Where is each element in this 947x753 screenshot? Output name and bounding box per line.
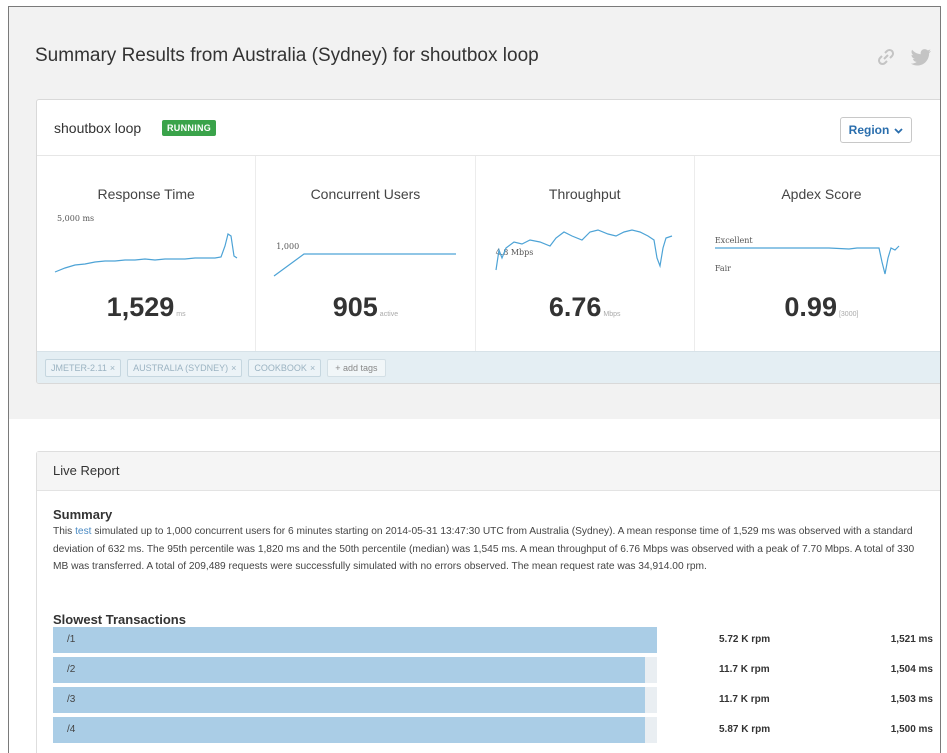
- metric-title: Throughput: [548, 186, 621, 202]
- metric-value: 1,529 ms: [37, 292, 255, 323]
- transaction-row[interactable]: /1 5.72 K rpm 1,521 ms: [53, 627, 933, 653]
- remove-tag-icon[interactable]: ×: [231, 363, 236, 373]
- metric-title: Concurrent Users: [310, 186, 421, 202]
- transaction-bar-fill: [53, 657, 645, 683]
- tag-chip[interactable]: AUSTRALIA (SYDNEY) ×: [127, 358, 243, 377]
- throughput-sparkline: [494, 229, 672, 271]
- report-area: Live Report Summary This test simulated …: [9, 419, 940, 753]
- transaction-name: /4: [67, 724, 76, 735]
- metric-value: 6.76 Mbps: [476, 292, 694, 323]
- transaction-row[interactable]: /2 11.7 K rpm 1,504 ms: [53, 657, 933, 683]
- transaction-bar-track: [53, 627, 657, 653]
- transaction-bar-fill: [53, 687, 645, 713]
- transaction-name: /1: [67, 634, 76, 645]
- metric-title: Apdex Score: [781, 186, 862, 202]
- transaction-bar-fill: [53, 717, 645, 743]
- metric-unit: active: [379, 311, 399, 318]
- status-badge: RUNNING: [162, 120, 217, 136]
- transaction-rpm: 5.87 K rpm: [719, 724, 771, 735]
- summary-header-area: Summary Results from Australia (Sydney) …: [9, 7, 940, 419]
- metric-number: 905: [332, 292, 378, 322]
- metric-value: 0.99 [3000]: [695, 292, 940, 323]
- test-summary-card: shoutbox loop RUNNING Region Response Ti…: [36, 99, 940, 384]
- region-dropdown-button[interactable]: Region: [840, 117, 912, 143]
- app-window: Summary Results from Australia (Sydney) …: [8, 6, 941, 753]
- metric-concurrent-users[interactable]: Concurrent Users 1,000 905 active: [256, 156, 476, 352]
- metric-apdex-score[interactable]: Apdex Score Excellent Fair 0.99 [3000]: [695, 156, 940, 352]
- transactions-list: /1 5.72 K rpm 1,521 ms /2 11.7 K rpm 1,5…: [53, 627, 933, 747]
- transaction-bar-track: [53, 687, 657, 713]
- tag-label: AUSTRALIA (SYDNEY): [133, 362, 229, 373]
- tag-chip[interactable]: JMETER-2.11 ×: [45, 358, 122, 377]
- transaction-rpm: 11.7 K rpm: [719, 664, 770, 675]
- region-label: Region: [848, 123, 890, 137]
- transaction-row[interactable]: /4 5.87 K rpm 1,500 ms: [53, 717, 933, 743]
- summary-text: This test simulated up to 1,000 concurre…: [53, 523, 923, 576]
- metric-response-time[interactable]: Response Time 5,000 ms 1,529 ms: [37, 156, 257, 352]
- tag-chip[interactable]: COOKBOOK ×: [248, 358, 322, 377]
- test-name: shoutbox loop: [54, 120, 142, 136]
- page-title: Summary Results from Australia (Sydney) …: [35, 45, 539, 66]
- metric-number: 6.76: [548, 292, 602, 322]
- metric-unit: ms: [176, 311, 186, 318]
- transaction-bar-track: [53, 657, 657, 683]
- metric-unit: Mbps: [603, 311, 621, 318]
- summary-body: simulated up to 1,000 concurrent users f…: [53, 526, 915, 572]
- tags-bar: JMETER-2.11 × AUSTRALIA (SYDNEY) × COOKBOO…: [37, 351, 940, 383]
- share-links: [876, 47, 932, 67]
- summary-heading: Summary: [53, 507, 113, 522]
- summary-prefix: This: [53, 526, 76, 537]
- twitter-icon[interactable]: [910, 47, 932, 67]
- report-title: Live Report: [37, 452, 940, 491]
- apdex-sparkline: [714, 245, 900, 275]
- metric-number: 0.99: [784, 292, 837, 322]
- response-time-sparkline: [54, 233, 238, 273]
- transaction-ms: 1,503 ms: [890, 694, 933, 705]
- transaction-ms: 1,521 ms: [890, 634, 933, 645]
- test-link[interactable]: test: [75, 526, 91, 537]
- card-header: shoutbox loop RUNNING Region: [37, 100, 940, 156]
- metrics-row: Response Time 5,000 ms 1,529 ms Concurren…: [37, 156, 940, 352]
- tag-label: JMETER-2.11: [51, 362, 107, 373]
- chevron-down-icon: [894, 123, 903, 137]
- slowest-transactions-heading: Slowest Transactions: [53, 612, 186, 627]
- metric-value: 905 active: [256, 292, 474, 323]
- transaction-bar-track: [53, 717, 657, 743]
- transaction-bar-fill: [53, 627, 657, 653]
- transaction-row[interactable]: /3 11.7 K rpm 1,503 ms: [53, 687, 933, 713]
- tag-label: COOKBOOK: [254, 362, 307, 373]
- concurrent-users-sparkline: [273, 253, 457, 277]
- metric-throughput[interactable]: Throughput 4.8 Mbps 6.76 Mbps: [476, 156, 695, 352]
- metric-unit: [3000]: [838, 311, 859, 318]
- transaction-ms: 1,500 ms: [890, 724, 933, 735]
- remove-tag-icon[interactable]: ×: [110, 363, 115, 373]
- metric-number: 1,529: [106, 292, 175, 322]
- transaction-name: /3: [67, 694, 76, 705]
- transaction-rpm: 11.7 K rpm: [719, 694, 770, 705]
- remove-tag-icon[interactable]: ×: [310, 363, 315, 373]
- transaction-ms: 1,504 ms: [890, 664, 933, 675]
- link-icon[interactable]: [876, 47, 896, 67]
- live-report-panel: Live Report Summary This test simulated …: [36, 451, 940, 753]
- transaction-rpm: 5.72 K rpm: [719, 634, 771, 645]
- metric-title: Response Time: [97, 186, 195, 202]
- add-tags-button[interactable]: + add tags: [327, 358, 386, 377]
- transaction-name: /2: [67, 664, 76, 675]
